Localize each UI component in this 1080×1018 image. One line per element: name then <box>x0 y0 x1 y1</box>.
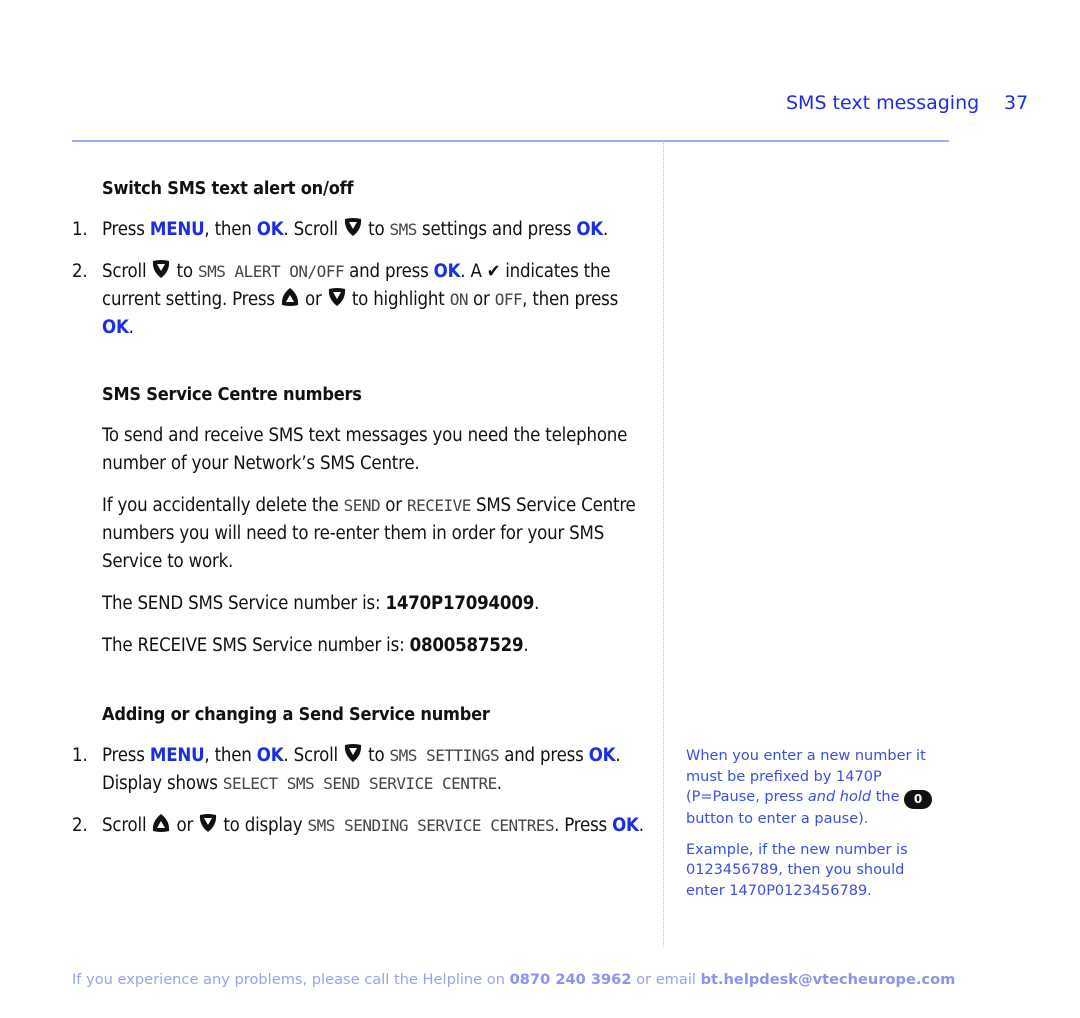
main-column: Switch SMS text alert on/off 1. Press ME… <box>72 176 652 854</box>
text: If you accidentally delete the <box>102 495 344 516</box>
text: to <box>363 745 390 766</box>
step-number: 1. <box>72 745 88 766</box>
note-example: Example, if the new number is 0123456789… <box>686 841 908 899</box>
lcd-text: SMS <box>389 220 418 239</box>
step-2-alert: 2. Scroll to SMS ALERT ON/OFF and press … <box>72 258 652 342</box>
page-number: 37 <box>1004 92 1029 114</box>
text: or <box>299 289 327 310</box>
heading-service-centre: SMS Service Centre numbers <box>102 384 362 405</box>
lcd-text: OFF <box>494 290 523 309</box>
helpdesk-email: bt.helpdesk@vtecheurope.com <box>700 971 956 988</box>
ok-key: OK <box>588 745 616 766</box>
scroll-down-icon <box>198 813 218 833</box>
menu-key: MENU <box>149 219 205 240</box>
label: The RECEIVE SMS Service number is: <box>102 635 410 656</box>
text: or email <box>631 971 701 988</box>
section-service-centre: SMS Service Centre numbers To send and r… <box>72 382 652 660</box>
text: Scroll <box>102 261 152 282</box>
step-1-send: 1. Press MENU, then OK. Scroll to SMS SE… <box>72 742 652 798</box>
ok-key: OK <box>102 317 129 338</box>
menu-key: MENU <box>149 745 205 766</box>
text: . <box>534 593 540 614</box>
text: and press <box>499 745 589 766</box>
text: Scroll <box>102 815 152 836</box>
ok-key: OK <box>433 261 461 282</box>
text: . <box>128 317 134 338</box>
zero-key-icon: 0 <box>904 790 933 809</box>
text: . Press <box>554 815 613 836</box>
text: to display <box>218 815 308 836</box>
receive-number-value: 0800587529 <box>409 635 524 656</box>
send-number-value: 1470P17094009 <box>385 593 535 614</box>
text: Press <box>102 745 150 766</box>
lcd-text: SEND <box>343 496 381 515</box>
emphasis: and hold <box>807 789 872 805</box>
heading-send-service: Adding or changing a Send Service number <box>102 704 490 725</box>
paragraph-intro: To send and receive SMS text messages yo… <box>102 425 628 474</box>
heading-sms-alert: Switch SMS text alert on/off <box>102 178 354 199</box>
text: . <box>496 773 502 794</box>
column-divider <box>663 143 664 946</box>
text: settings and press <box>416 219 577 240</box>
header-rule <box>72 140 949 142</box>
lcd-text: SELECT SMS SEND SERVICE CENTRE <box>222 774 497 793</box>
lcd-text: SMS SENDING SERVICE CENTRES <box>307 816 555 835</box>
sidebar-note: When you enter a new number it must be p… <box>686 746 946 911</box>
text: the <box>871 789 905 805</box>
send-number-line: The SEND SMS Service number is: 1470P170… <box>102 590 652 618</box>
lcd-text: RECEIVE <box>406 496 471 515</box>
step-1-alert: 1. Press MENU, then OK. Scroll to SMS se… <box>72 216 652 244</box>
receive-number-line: The RECEIVE SMS Service number is: 08005… <box>102 632 652 660</box>
step-number: 2. <box>72 261 88 282</box>
ok-key: OK <box>256 219 284 240</box>
scroll-down-icon <box>151 259 171 279</box>
label: The SEND SMS Service number is: <box>102 593 386 614</box>
scroll-up-icon <box>280 287 300 307</box>
helpline-phone: 0870 240 3962 <box>509 971 632 988</box>
text: button to enter a pause). <box>686 811 869 827</box>
text: . <box>638 815 644 836</box>
step-number: 1. <box>72 219 88 240</box>
scroll-down-icon <box>343 217 363 237</box>
scroll-up-icon <box>151 813 171 833</box>
text: or <box>380 495 407 516</box>
scroll-down-icon <box>343 743 363 763</box>
text: to highlight <box>346 289 450 310</box>
ok-key: OK <box>576 219 604 240</box>
footer-helpline: If you experience any problems, please c… <box>72 971 955 988</box>
lcd-text: ON <box>449 290 469 309</box>
running-head-title: SMS text messaging <box>786 92 980 114</box>
text: or <box>467 289 495 310</box>
text: to <box>171 261 198 282</box>
lcd-text: SMS SETTINGS <box>389 746 500 765</box>
step-2-send: 2. Scroll or to display SMS SENDING SERV… <box>72 812 652 840</box>
text: to <box>363 219 390 240</box>
text: and press <box>344 261 434 282</box>
ok-key: OK <box>612 815 639 836</box>
text: Press <box>102 219 150 240</box>
checkmark-icon: ✔ <box>486 261 501 282</box>
text: . Scroll <box>283 745 344 766</box>
text: , then press <box>522 289 619 310</box>
paragraph-delete-warning: If you accidentally delete the SEND or R… <box>102 492 652 576</box>
note-prefix: When you enter a new number it must be p… <box>686 746 946 830</box>
text: , then <box>204 745 257 766</box>
ok-key: OK <box>256 745 284 766</box>
lcd-text: SMS ALERT ON/OFF <box>197 262 345 281</box>
text: , then <box>204 219 257 240</box>
text: . Scroll <box>283 219 344 240</box>
text: . A <box>460 261 487 282</box>
text: . <box>603 219 609 240</box>
text: or <box>171 815 199 836</box>
text: If you experience any problems, please c… <box>72 971 510 988</box>
scroll-down-icon <box>327 287 347 307</box>
text: . <box>523 635 529 656</box>
step-number: 2. <box>72 815 88 836</box>
section-send-service: Adding or changing a Send Service number… <box>72 702 652 840</box>
